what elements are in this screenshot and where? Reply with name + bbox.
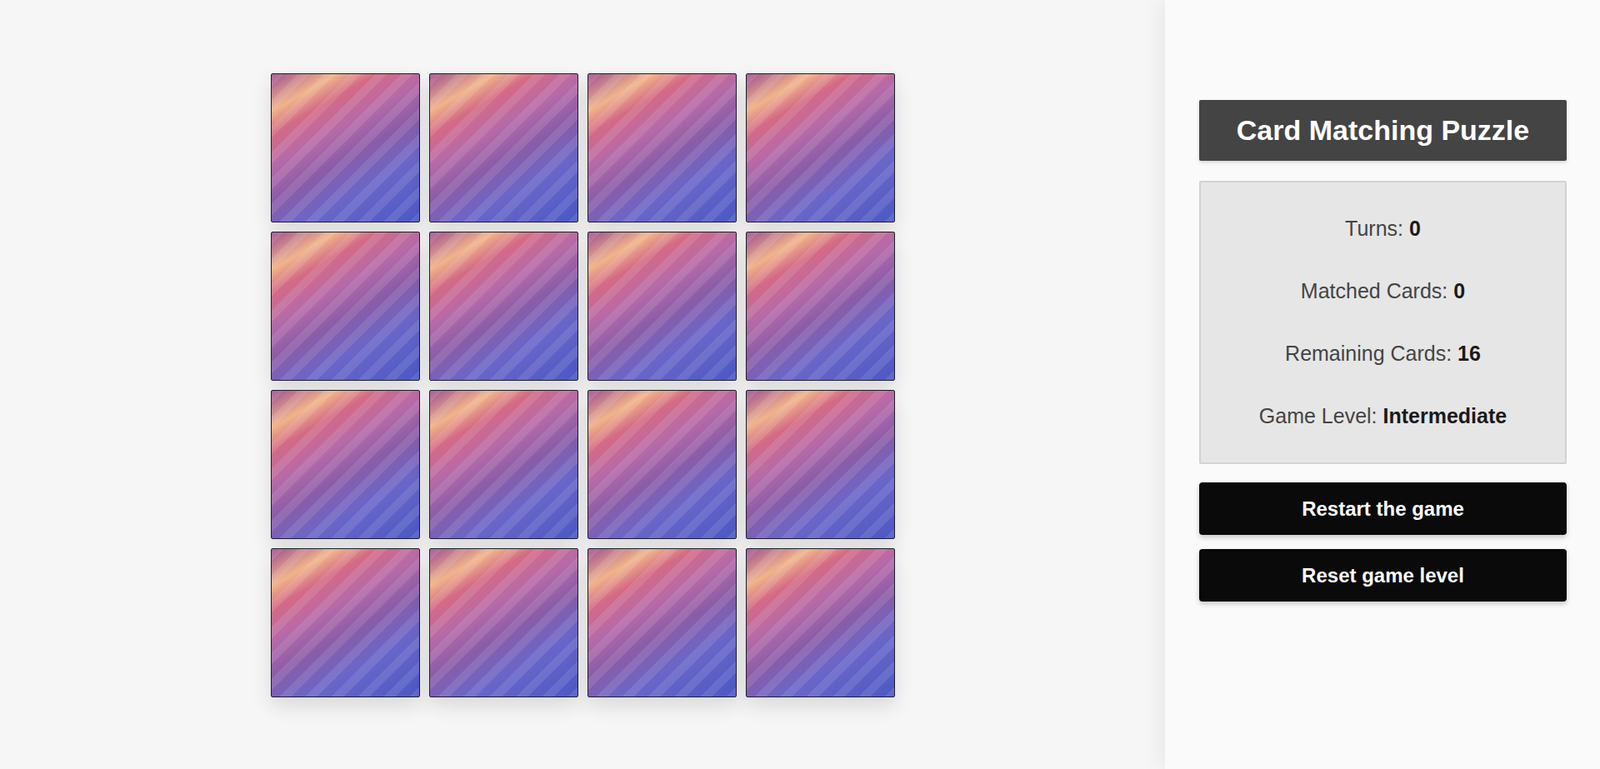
card[interactable] (745, 231, 895, 381)
card[interactable] (745, 73, 895, 223)
card[interactable] (587, 390, 737, 540)
stats-panel: Turns: 0Matched Cards: 0Remaining Cards:… (1199, 180, 1567, 465)
card-grid (270, 73, 895, 698)
card[interactable] (745, 548, 895, 698)
card[interactable] (587, 73, 737, 223)
action-button[interactable]: Restart the game (1199, 482, 1567, 535)
card[interactable] (429, 390, 579, 540)
stat-row: Remaining Cards: 16 (1209, 322, 1557, 385)
card[interactable] (429, 548, 579, 698)
stat-value: 0 (1409, 216, 1421, 241)
stat-value: Intermediate (1383, 404, 1508, 429)
stat-row: Turns: 0 (1209, 197, 1557, 260)
card[interactable] (587, 548, 737, 698)
card[interactable] (270, 390, 420, 540)
page: Card Matching Puzzle Turns: 0Matched Card… (0, 0, 1600, 769)
game-board (0, 0, 1165, 769)
card[interactable] (270, 73, 420, 223)
sidebar: Card Matching Puzzle Turns: 0Matched Card… (1165, 0, 1600, 769)
action-button[interactable]: Reset game level (1199, 549, 1567, 602)
card[interactable] (270, 548, 420, 698)
card[interactable] (429, 73, 579, 223)
stat-value: 0 (1453, 279, 1465, 304)
card[interactable] (429, 231, 579, 381)
stat-value: 16 (1457, 341, 1481, 366)
stat-row: Matched Cards: 0 (1209, 260, 1557, 323)
stat-row: Game Level: Intermediate (1209, 385, 1557, 448)
card[interactable] (745, 390, 895, 540)
card[interactable] (270, 231, 420, 381)
card[interactable] (587, 231, 737, 381)
game-title: Card Matching Puzzle (1199, 100, 1567, 161)
